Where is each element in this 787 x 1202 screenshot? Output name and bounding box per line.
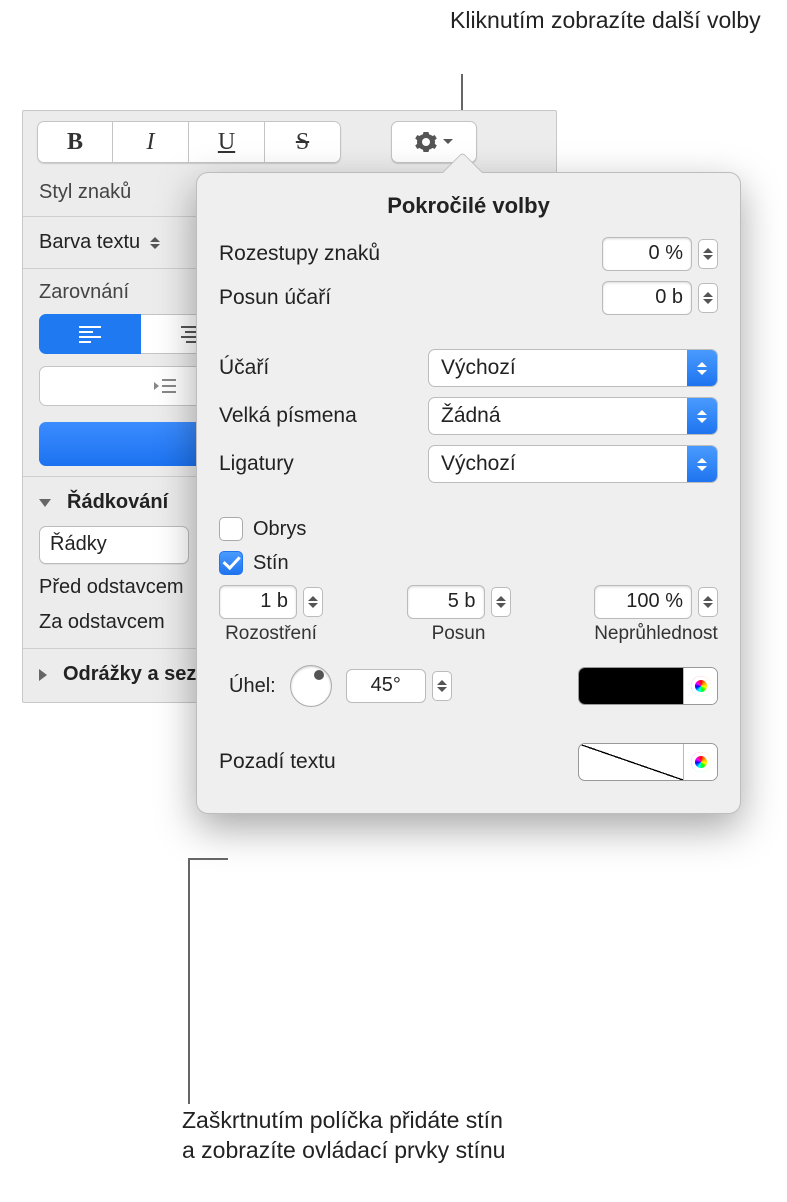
- disclosure-down-icon: [39, 499, 51, 507]
- italic-button[interactable]: I: [113, 121, 189, 163]
- baseline-select[interactable]: Výchozí: [428, 349, 718, 387]
- color-picker-button[interactable]: [683, 744, 717, 780]
- text-bg-label: Pozadí textu: [219, 750, 578, 774]
- outdent-icon: [152, 377, 178, 395]
- text-bg-swatch[interactable]: [579, 744, 683, 780]
- ligatures-row: Ligatury Výchozí: [219, 445, 718, 483]
- text-bg-row: Pozadí textu: [219, 743, 718, 781]
- advanced-options-popover: Pokročilé volby Rozestupy znaků 0 % Posu…: [196, 172, 741, 814]
- callout-bottom-line-h: [188, 858, 228, 860]
- ligatures-select[interactable]: Výchozí: [428, 445, 718, 483]
- opacity-label: Neprůhlednost: [594, 623, 718, 645]
- select-arrows-icon: [687, 398, 717, 434]
- angle-row: Úhel: 45°: [219, 665, 718, 707]
- after-paragraph-label: Za odstavcem: [39, 611, 165, 634]
- shadow-color-well[interactable]: [578, 667, 718, 705]
- callout-bottom-text: Zaškrtnutím políčka přidáte stín a zobra…: [182, 1107, 505, 1163]
- shadow-label: Stín: [253, 552, 289, 575]
- color-wheel-icon: [691, 752, 711, 772]
- stepper-icon[interactable]: [491, 587, 511, 617]
- callout-bottom-line-v: [188, 858, 190, 1104]
- offset-value[interactable]: 5 b: [407, 585, 485, 619]
- stepper-icon[interactable]: [303, 587, 323, 617]
- caps-row: Velká písmena Žádná: [219, 397, 718, 435]
- lines-select[interactable]: Řádky: [39, 526, 189, 564]
- callout-top-text: Kliknutím zobrazíte další volby: [450, 7, 761, 33]
- shadow-controls: 1 b Rozostření 5 b Posun 100 % Neprůhled…: [219, 585, 718, 645]
- popover-title: Pokročilé volby: [219, 193, 718, 219]
- caps-value: Žádná: [429, 398, 687, 434]
- text-color-popup[interactable]: [150, 232, 166, 254]
- baseline-shift-label: Posun účaří: [219, 286, 602, 310]
- text-color-label: Barva textu: [39, 231, 140, 254]
- callout-bottom: Zaškrtnutím políčka přidáte stín a zobra…: [182, 1106, 522, 1166]
- callout-top: Kliknutím zobrazíte další volby: [450, 6, 770, 36]
- offset-stepper[interactable]: 5 b: [407, 585, 511, 619]
- opacity-value[interactable]: 100 %: [594, 585, 692, 619]
- blur-stepper[interactable]: 1 b: [219, 585, 323, 619]
- ligatures-value: Výchozí: [429, 446, 687, 482]
- strikethrough-button[interactable]: S: [265, 121, 341, 163]
- stepper-icon[interactable]: [698, 239, 718, 269]
- ligatures-label: Ligatury: [219, 452, 428, 476]
- bold-button[interactable]: B: [37, 121, 113, 163]
- outline-label: Obrys: [253, 518, 306, 541]
- align-left-icon: [77, 324, 103, 344]
- shadow-color-swatch[interactable]: [579, 668, 683, 704]
- underline-button[interactable]: U: [189, 121, 265, 163]
- baseline-value: Výchozí: [429, 350, 687, 386]
- offset-label: Posun: [432, 623, 486, 645]
- align-left-button[interactable]: [39, 314, 141, 354]
- blur-col: 1 b Rozostření: [219, 585, 323, 645]
- blur-value[interactable]: 1 b: [219, 585, 297, 619]
- gear-icon: [414, 130, 438, 154]
- chevron-down-icon: [442, 138, 454, 146]
- char-spacing-row: Rozestupy znaků 0 %: [219, 237, 718, 271]
- before-paragraph-label: Před odstavcem: [39, 576, 184, 599]
- text-bg-color-well[interactable]: [578, 743, 718, 781]
- outline-checkbox[interactable]: [219, 517, 243, 541]
- stepper-icon[interactable]: [698, 283, 718, 313]
- opacity-stepper[interactable]: 100 %: [594, 585, 718, 619]
- baseline-shift-value[interactable]: 0 b: [602, 281, 692, 315]
- text-style-group: B I U S: [37, 121, 341, 163]
- angle-label: Úhel:: [229, 675, 276, 698]
- stepper-icon[interactable]: [432, 671, 452, 701]
- baseline-label: Účaří: [219, 356, 428, 380]
- lines-select-value: Řádky: [40, 527, 188, 563]
- caps-select[interactable]: Žádná: [428, 397, 718, 435]
- offset-col: 5 b Posun: [407, 585, 511, 645]
- angle-value[interactable]: 45°: [346, 669, 426, 703]
- char-spacing-label: Rozestupy znaků: [219, 242, 602, 266]
- caps-label: Velká písmena: [219, 404, 428, 428]
- line-spacing-label: Řádkování: [67, 491, 168, 514]
- select-arrows-icon: [687, 350, 717, 386]
- color-picker-button[interactable]: [683, 668, 717, 704]
- opacity-col: 100 % Neprůhlednost: [594, 585, 718, 645]
- shadow-checkbox[interactable]: [219, 551, 243, 575]
- color-wheel-icon: [691, 676, 711, 696]
- disclosure-right-icon: [39, 669, 47, 681]
- stepper-icon[interactable]: [698, 587, 718, 617]
- outline-row: Obrys: [219, 517, 718, 541]
- baseline-shift-row: Posun účaří 0 b: [219, 281, 718, 315]
- char-spacing-value[interactable]: 0 %: [602, 237, 692, 271]
- select-arrows-icon: [687, 446, 717, 482]
- angle-dial[interactable]: [290, 665, 332, 707]
- blur-label: Rozostření: [225, 623, 317, 645]
- shadow-row: Stín: [219, 551, 718, 575]
- baseline-shift-stepper[interactable]: 0 b: [602, 281, 718, 315]
- angle-stepper[interactable]: 45°: [346, 669, 452, 703]
- char-spacing-stepper[interactable]: 0 %: [602, 237, 718, 271]
- baseline-row: Účaří Výchozí: [219, 349, 718, 387]
